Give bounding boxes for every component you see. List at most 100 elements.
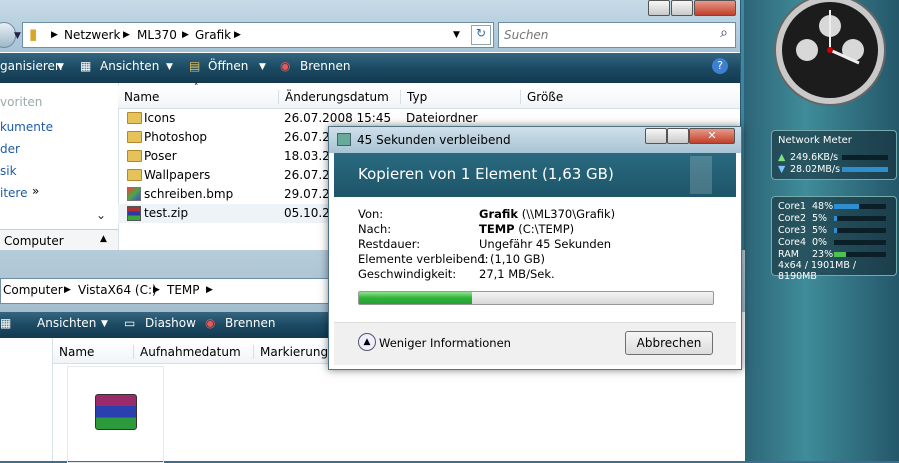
remaining-label: Restdauer: <box>358 237 421 251</box>
breadcrumb-item[interactable]: TEMP <box>167 283 200 297</box>
dialog-titlebar[interactable]: 45 Sekunden verbleibend ✕ <box>329 127 741 153</box>
views-button[interactable]: Ansichten <box>100 59 159 73</box>
folder-icon: ▮ <box>29 25 38 43</box>
maximize-button[interactable] <box>667 128 689 144</box>
address-bar[interactable]: ▮ ▶ Netzwerk ▶ ML370 ▶ Grafik ▶ ▼ ↻ <box>22 22 494 48</box>
column-date-taken[interactable]: Aufnahmedatum <box>133 345 241 359</box>
nav-dropdown-icon[interactable]: ▼ <box>14 31 21 41</box>
file-name: Photoshop <box>144 130 208 144</box>
folder-icon <box>127 131 142 143</box>
less-info-toggle[interactable]: Weniger Informationen <box>379 336 511 350</box>
chevron-down-icon[interactable]: ▼ <box>101 319 108 329</box>
chevron-down-icon[interactable]: ⌄ <box>96 208 106 222</box>
chevron-right-icon: ▶ <box>182 30 189 40</box>
nav-item-computer[interactable]: Computer <box>4 234 64 248</box>
cpu-bar-fill <box>834 252 846 257</box>
cpu-bar <box>834 204 886 209</box>
burn-icon: ◉ <box>205 316 216 330</box>
views-icon: ▦ <box>80 59 92 73</box>
search-input[interactable]: Suchen ⌕ <box>498 22 736 48</box>
folder-icon <box>127 112 142 124</box>
column-type[interactable]: Typ <box>400 90 427 104</box>
column-name[interactable]: Name <box>59 345 94 359</box>
slideshow-button[interactable]: Diashow <box>145 316 196 330</box>
nav-item-music[interactable]: sik <box>0 164 17 178</box>
items-value: 1 (1,10 GB) <box>479 252 546 266</box>
clock-gadget[interactable] <box>767 0 893 120</box>
file-date: 26.07.2008 15:45 <box>284 111 392 125</box>
folders-section[interactable]: Computer ▲ <box>0 229 118 250</box>
nav-item-documents[interactable]: kumente <box>0 120 53 134</box>
download-bar <box>842 167 888 172</box>
organize-button[interactable]: ganisieren <box>0 59 63 73</box>
chevron-down-icon[interactable]: ▼ <box>453 30 460 40</box>
column-date[interactable]: Änderungsdatum <box>278 90 389 104</box>
image-icon <box>127 187 141 201</box>
cpu-bar <box>834 228 886 233</box>
search-icon[interactable]: ⌕ <box>720 25 728 41</box>
breadcrumb-item[interactable]: VistaX64 (C:) <box>78 283 157 297</box>
dialog-banner: Kopieren von 1 Element (1,63 GB) <box>334 153 736 197</box>
cpu-label: Core2 <box>778 213 807 224</box>
file-thumbnail[interactable] <box>67 366 164 463</box>
refresh-icon[interactable]: ↻ <box>471 25 491 45</box>
network-title: Network Meter <box>778 135 852 146</box>
minimize-button[interactable] <box>645 128 667 144</box>
breadcrumb-item[interactable]: ML370 <box>137 28 177 42</box>
chevron-down-icon[interactable]: ▼ <box>166 62 173 72</box>
copy-icon <box>337 133 351 146</box>
slideshow-icon: ▭ <box>124 316 136 330</box>
burn-button[interactable]: Brennen <box>225 316 275 330</box>
from-value: Grafik (\\ML370\Grafik) <box>479 207 616 221</box>
sort-arrow-icon: ˄ <box>194 83 199 93</box>
nav-item-favorites[interactable]: voriten <box>0 95 42 109</box>
chevron-down-icon[interactable]: ▼ <box>57 62 64 72</box>
winrar-icon: ▤ <box>189 59 201 73</box>
download-speed: 28.02MB/s <box>790 164 841 175</box>
navigation-pane: voriten kumente der sik itere » ⌄ Comput… <box>0 83 119 250</box>
column-tags[interactable]: Markierunge <box>253 345 335 359</box>
memory-text: 4x64 / 1901MB / 8190MB <box>778 260 857 282</box>
file-name: schreiben.bmp <box>144 187 234 201</box>
file-name: Icons <box>144 111 176 125</box>
cpu-bar <box>834 216 886 221</box>
breadcrumb-item[interactable]: Netzwerk <box>64 28 120 42</box>
close-button[interactable]: ✕ <box>689 128 735 144</box>
nav-item-pictures[interactable]: der <box>0 142 20 156</box>
cpu-value: 5% <box>812 213 828 224</box>
nav-item-more[interactable]: itere <box>0 186 27 200</box>
column-name[interactable]: Name <box>124 90 159 104</box>
cpu-bar-fill <box>834 204 859 209</box>
cancel-button[interactable]: Abbrechen <box>625 331 713 355</box>
chevron-double-right-icon[interactable]: » <box>32 184 39 198</box>
help-icon[interactable]: ? <box>712 58 728 74</box>
maximize-button[interactable] <box>671 0 693 16</box>
chevron-up-icon[interactable]: ▲ <box>100 234 107 244</box>
chevron-right-icon: ▶ <box>234 30 241 40</box>
breadcrumb-item[interactable]: Grafik <box>195 28 231 42</box>
cpu-meter-gadget[interactable]: Core1 48% Core2 5% Core3 5% Core4 0% RAM 23% 4x64… <box>771 196 897 282</box>
chevron-right-icon: ▶ <box>153 285 160 295</box>
close-button[interactable] <box>694 0 736 16</box>
column-size[interactable]: Größe <box>520 90 563 104</box>
cpu-bar <box>834 252 886 257</box>
breadcrumb-item[interactable]: Computer <box>3 283 63 297</box>
chevron-right-icon: ▶ <box>64 285 71 295</box>
views-button[interactable]: Ansichten <box>37 316 96 330</box>
burn-button[interactable]: Brennen <box>300 59 350 73</box>
burn-icon: ◉ <box>280 59 291 73</box>
cpu-label: Core3 <box>778 225 807 236</box>
document-icon <box>690 156 712 194</box>
column-header: Name Aufnahmedatum Markierunge <box>53 341 335 364</box>
views-icon: ▦ <box>0 316 12 330</box>
cpu-value: 5% <box>812 225 828 236</box>
minimize-button[interactable] <box>648 0 670 16</box>
network-meter-gadget[interactable]: Network Meter ▲ 249.6KB/s ▼ 28.02MB/s <box>771 130 897 180</box>
chevron-up-icon[interactable]: ▲ <box>358 333 376 351</box>
cpu-value: 23% <box>812 249 834 260</box>
chevron-down-icon[interactable]: ▼ <box>259 62 266 72</box>
clock-icon <box>774 0 886 106</box>
speed-value: 27,1 MB/Sek. <box>479 267 555 281</box>
cpu-value: 0% <box>812 237 828 248</box>
open-button[interactable]: Öffnen <box>208 59 248 73</box>
